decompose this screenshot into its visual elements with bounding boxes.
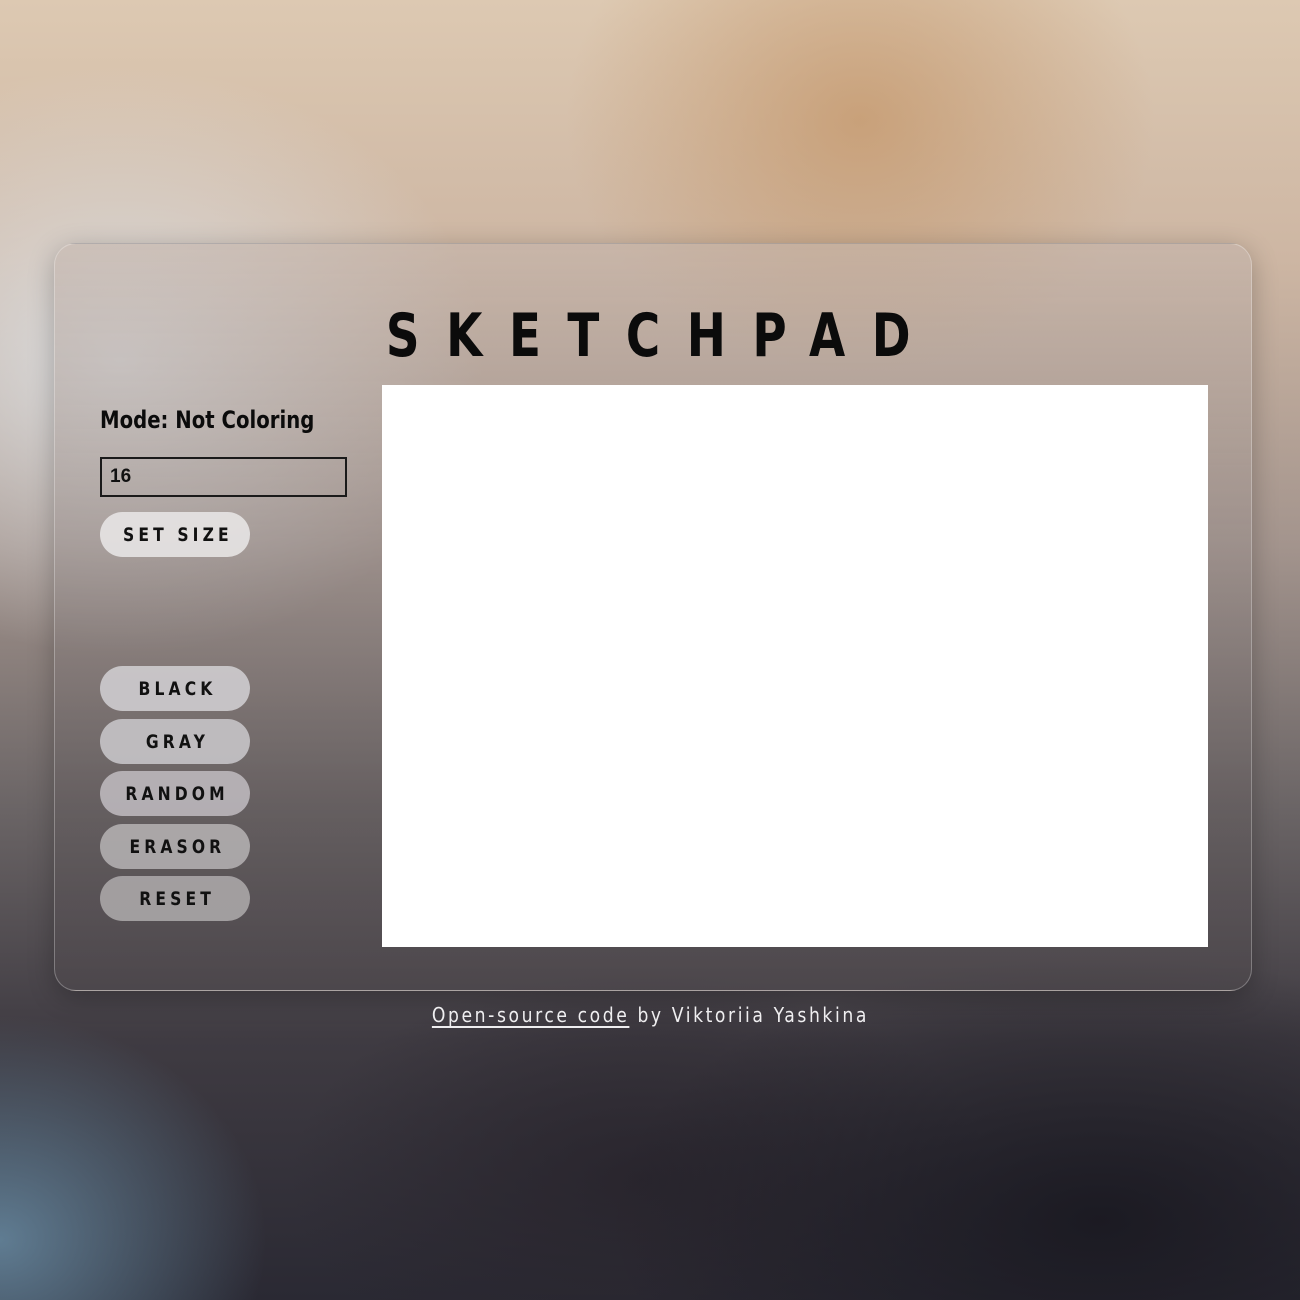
app-title: SKETCHPAD	[385, 301, 938, 371]
random-button-label: RANDOM	[125, 782, 230, 805]
drawing-canvas-grid[interactable]	[382, 385, 1208, 947]
reset-button-label: RESET	[139, 887, 216, 910]
gray-color-button[interactable]: GRAY	[100, 719, 250, 764]
random-color-button[interactable]: RANDOM	[100, 771, 250, 816]
eraser-button-label: ERASOR	[129, 835, 226, 858]
source-code-link[interactable]: Open-source code	[432, 1003, 629, 1027]
set-size-button[interactable]: SET SIZE	[100, 512, 250, 557]
mode-status-label: Mode: Not Coloring	[100, 406, 315, 434]
set-size-button-label: SET SIZE	[122, 523, 233, 546]
black-button-label: BLACK	[138, 677, 217, 700]
gray-button-label: GRAY	[145, 730, 210, 753]
grid-size-input[interactable]	[100, 457, 347, 497]
reset-button[interactable]: RESET	[100, 876, 250, 921]
author-credit-text: by Viktoriia Yashkina	[629, 1003, 869, 1027]
eraser-button[interactable]: ERASOR	[100, 824, 250, 869]
footer-credit: Open-source code by Viktoriia Yashkina	[91, 1000, 1209, 1030]
black-color-button[interactable]: BLACK	[100, 666, 250, 711]
